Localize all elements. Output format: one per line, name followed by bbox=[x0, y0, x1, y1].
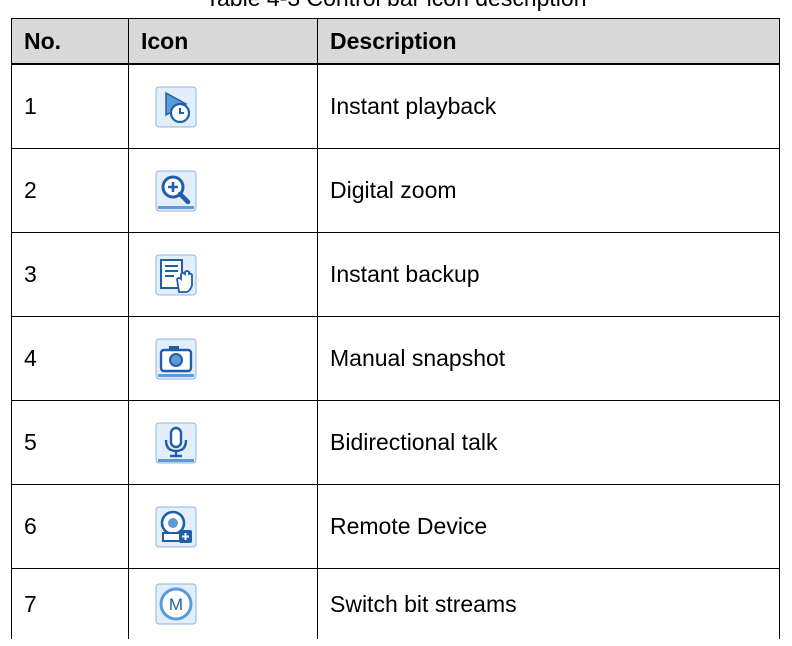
instant-backup-icon bbox=[155, 254, 197, 296]
row-number: 6 bbox=[11, 484, 129, 569]
row-description: Digital zoom bbox=[317, 148, 780, 233]
row-number: 1 bbox=[11, 63, 129, 149]
table-header-row: No. Icon Description bbox=[11, 18, 780, 65]
table-row: 4 Manual snapshot bbox=[11, 316, 780, 401]
row-number: 5 bbox=[11, 400, 129, 485]
row-description: Switch bit streams bbox=[317, 568, 780, 639]
icon-cell bbox=[128, 400, 318, 485]
icon-cell bbox=[128, 148, 318, 233]
icon-cell: M bbox=[128, 568, 318, 639]
digital-zoom-icon bbox=[155, 170, 197, 212]
table-row: 5 Bidirectional talk bbox=[11, 400, 780, 485]
table-row: 6 Remote Device bbox=[11, 484, 780, 569]
table-row: 7 M Switch bit streams bbox=[11, 568, 780, 639]
table-row: 1 Instant playback bbox=[11, 63, 780, 149]
header-icon: Icon bbox=[128, 18, 318, 65]
table-caption: Table 4-3 Control bar icon description bbox=[0, 0, 792, 10]
svg-text:M: M bbox=[169, 595, 183, 614]
row-description: Instant playback bbox=[317, 63, 780, 149]
row-number: 4 bbox=[11, 316, 129, 401]
row-description: Instant backup bbox=[317, 232, 780, 317]
header-no: No. bbox=[11, 18, 129, 65]
row-description: Manual snapshot bbox=[317, 316, 780, 401]
row-description: Bidirectional talk bbox=[317, 400, 780, 485]
header-description: Description bbox=[317, 18, 780, 65]
icon-cell bbox=[128, 63, 318, 149]
bidirectional-talk-icon bbox=[155, 422, 197, 464]
icon-description-table: No. Icon Description 1 Instant playback bbox=[11, 18, 780, 639]
row-number: 3 bbox=[11, 232, 129, 317]
icon-cell bbox=[128, 316, 318, 401]
icon-cell bbox=[128, 484, 318, 569]
manual-snapshot-icon bbox=[155, 338, 197, 380]
icon-cell bbox=[128, 232, 318, 317]
switch-bit-streams-icon: M bbox=[155, 583, 197, 625]
table-row: 2 Digital zoom bbox=[11, 148, 780, 233]
table-row: 3 Instant backup bbox=[11, 232, 780, 317]
row-number: 7 bbox=[11, 568, 129, 639]
row-description: Remote Device bbox=[317, 484, 780, 569]
remote-device-icon bbox=[155, 506, 197, 548]
instant-playback-icon bbox=[155, 86, 197, 128]
row-number: 2 bbox=[11, 148, 129, 233]
